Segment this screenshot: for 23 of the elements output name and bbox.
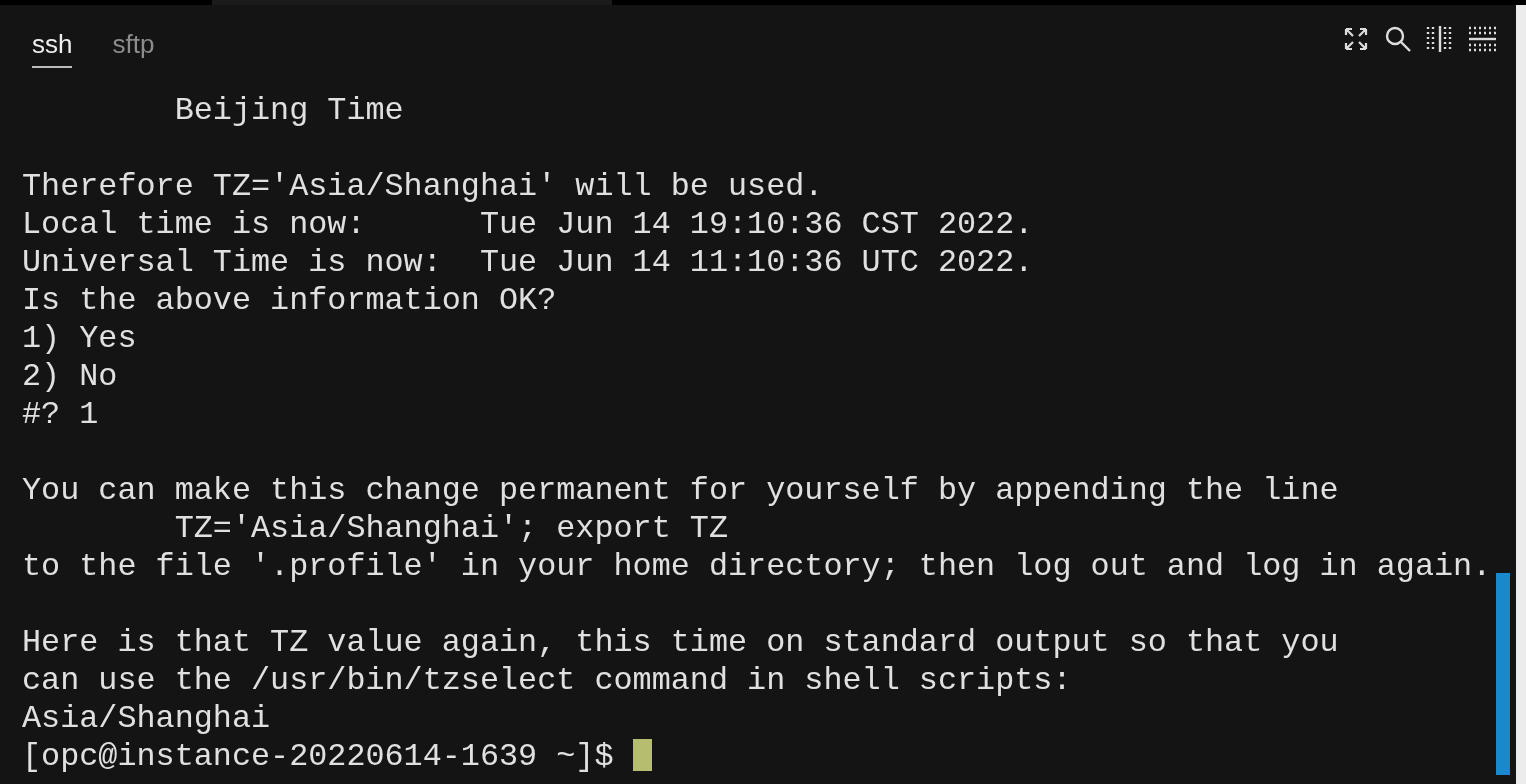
terminal-line: Is the above information OK? xyxy=(22,283,557,319)
split-horizontal-icon[interactable] xyxy=(1468,25,1496,53)
terminal-line: Asia/Shanghai xyxy=(22,701,271,737)
terminal-line: 1) Yes xyxy=(22,321,137,357)
fullscreen-icon[interactable] xyxy=(1342,25,1370,53)
terminal-line: You can make this change permanent for yourself by appending the line xyxy=(22,473,1339,509)
terminal-line: can use the /usr/bin/tzselect command in shell scripts: xyxy=(22,663,1072,699)
terminal-line: Therefore TZ='Asia/Shanghai' will be used. xyxy=(22,169,824,205)
terminal-line: to the file '.profile' in your home directory; then log out and log in again. xyxy=(22,549,1492,585)
tab[interactable]: ssh xyxy=(32,22,73,68)
search-icon[interactable] xyxy=(1384,25,1412,53)
terminal-line: TZ='Asia/Shanghai'; export TZ xyxy=(173,511,728,547)
scrollbar[interactable] xyxy=(1496,573,1510,775)
terminal-line: Here is that TZ value again, this time on standard output so that you xyxy=(22,625,1339,661)
terminal-line: Universal Time is now: Tue Jun 14 11:10:36 UTC 2022. xyxy=(22,245,1034,281)
terminal-line: Local time is now: Tue Jun 14 19:10:36 CST 2022. xyxy=(22,207,1034,243)
shell-prompt: [opc@instance-20220614-1639 ~]$ xyxy=(22,739,615,775)
split-vertical-icon[interactable] xyxy=(1426,25,1454,53)
cursor xyxy=(632,739,652,771)
terminal-line: Beijing Time xyxy=(173,93,404,129)
terminal-line: 2) No xyxy=(22,359,118,395)
tab[interactable]: sftp xyxy=(112,22,155,68)
terminal-line: #? 1 xyxy=(22,397,99,433)
